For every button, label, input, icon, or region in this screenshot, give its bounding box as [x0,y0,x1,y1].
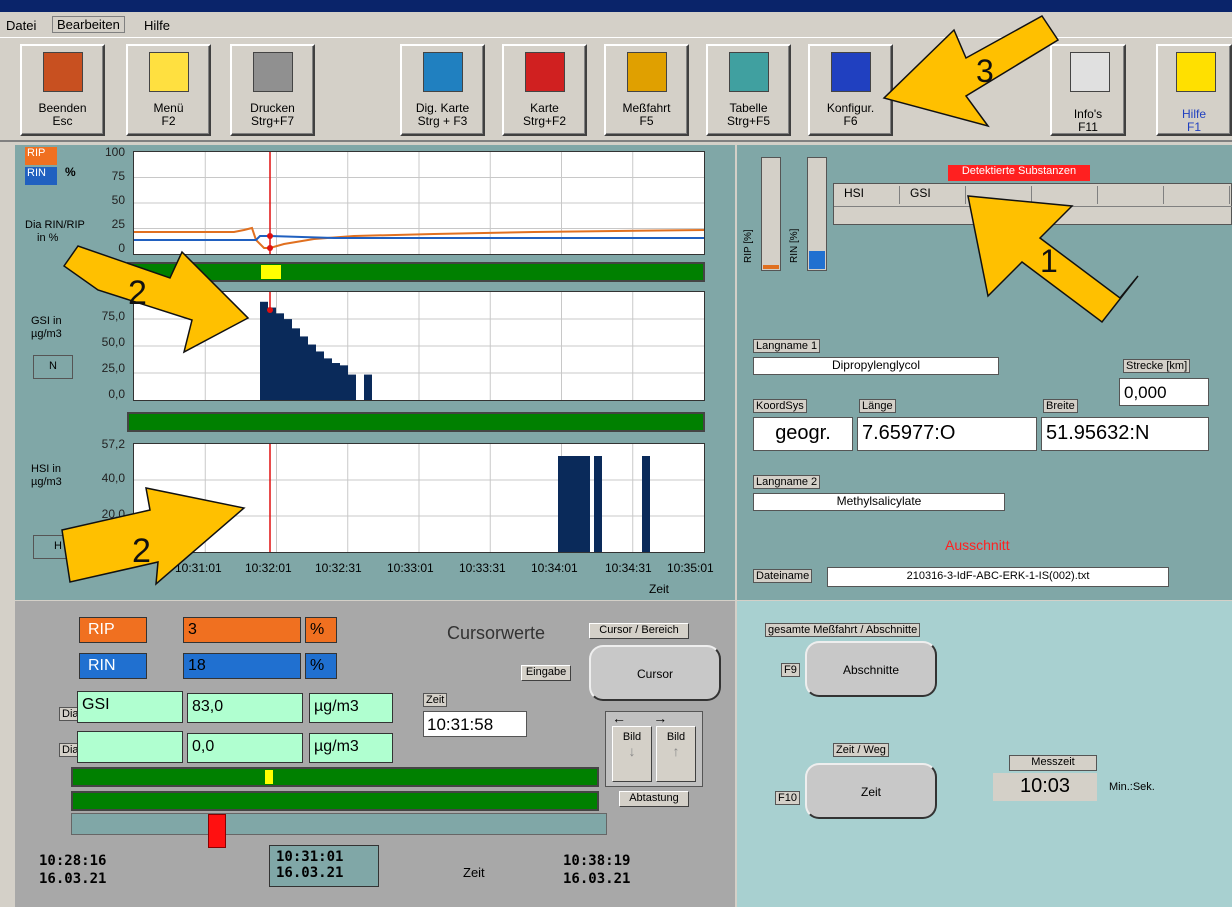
arrow-3-label: 3 [976,53,994,89]
arrow-3-shape [882,15,1060,128]
arrow-2-bottom-label: 2 [132,532,151,570]
arrow-2-bottom-shape [61,487,246,586]
arrow-1-label: 1 [1040,243,1058,279]
arrow-2-top-shape [62,245,250,354]
annotation-overlay: 1 2 2 3 [61,15,1139,586]
arrow-2-top-label: 2 [128,274,147,312]
